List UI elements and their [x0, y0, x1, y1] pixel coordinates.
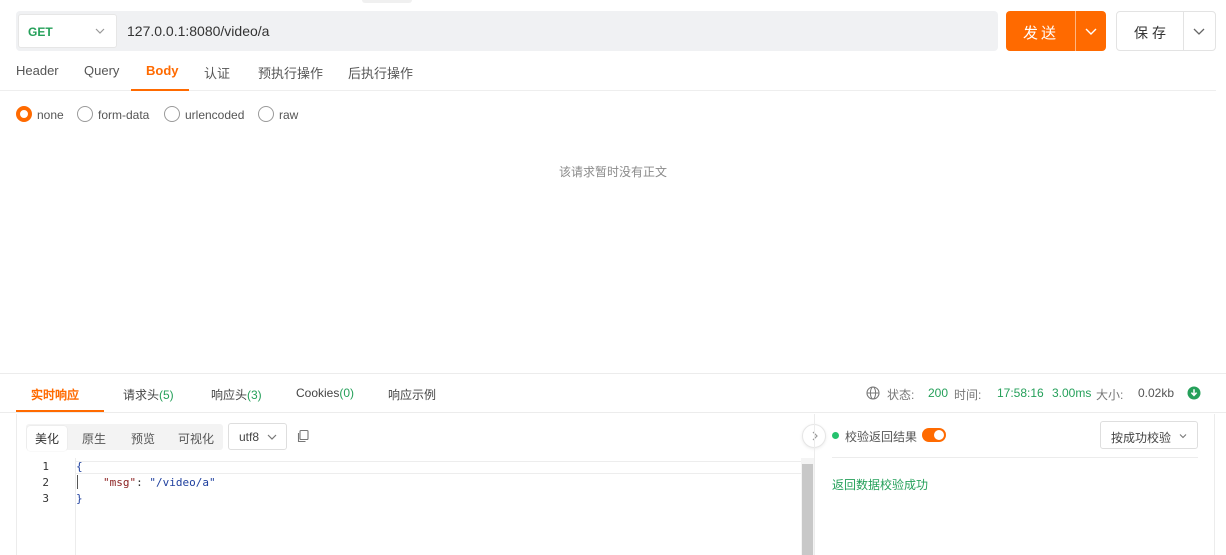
code-token: } [76, 492, 83, 505]
size-value: 0.02kb [1138, 386, 1175, 400]
validation-panel: 校验返回结果 按成功校验 返回数据校验成功 [814, 414, 1215, 555]
validation-status-dot [832, 432, 839, 439]
scrollbar-thumb[interactable] [802, 464, 813, 555]
validation-result: 返回数据校验成功 [832, 478, 929, 492]
radio-label: form-data [98, 108, 150, 122]
duration-value: 3.00ms [1052, 386, 1092, 400]
line-number: 1 [42, 460, 49, 473]
radio-label: urlencoded [185, 108, 245, 122]
tab-request-headers[interactable]: 请求头(5) [123, 386, 174, 403]
validation-mode-select[interactable]: 按成功校验 [1100, 421, 1198, 449]
chevron-down-icon[interactable] [1192, 24, 1206, 38]
body-empty-message: 该请求暂时没有正文 [558, 165, 667, 179]
save-button-label: 保存 [1134, 25, 1170, 41]
format-pretty[interactable]: 美化 [27, 426, 68, 451]
encoding-value: utf8 [239, 430, 260, 444]
request-tabs: Header Query Body 认证 预执行操作 后执行操作 [0, 52, 1216, 91]
globe-icon[interactable] [866, 386, 880, 400]
code-line: { [76, 460, 83, 473]
response-code-editor[interactable]: 1 2 3 { "msg": "/video/a" } [17, 458, 814, 555]
tab-label: 实时响应 [31, 388, 80, 402]
tab-label: 响应示例 [388, 388, 437, 402]
validation-label: 校验返回结果 [845, 430, 918, 444]
line-number: 3 [42, 492, 49, 505]
tab-auth[interactable]: 认证 [204, 63, 230, 82]
send-button-label: 发送 [1023, 25, 1060, 42]
response-body-panel: 美化 原生 预览 可视化 utf8 1 2 3 { "msg": "/video… [16, 414, 814, 555]
tab-count: (0) [339, 386, 355, 400]
radio-indicator [258, 106, 274, 122]
format-raw[interactable]: 原生 [82, 430, 106, 447]
url-bar: GET 127.0.0.1:8080/video/a [16, 11, 998, 51]
line-number: 2 [42, 476, 49, 489]
chevron-down-icon [1179, 434, 1187, 439]
tab-pre-script[interactable]: 预执行操作 [258, 63, 323, 82]
format-mode-switcher: 美化 原生 预览 可视化 [26, 424, 223, 451]
chevron-down-icon [95, 28, 105, 34]
tab-label: 请求头 [123, 388, 160, 402]
tab-body[interactable]: Body [146, 63, 179, 78]
chevron-down-icon[interactable] [1084, 24, 1098, 38]
code-token: : [136, 476, 150, 489]
radio-indicator [16, 106, 32, 122]
code-token: { [76, 460, 83, 473]
window-drag-handle [362, 0, 412, 3]
line-number-gutter: 1 2 3 [17, 458, 76, 555]
radio-label: none [37, 108, 64, 122]
tab-response-headers[interactable]: 响应头(3) [211, 386, 262, 403]
tab-count: (5) [159, 388, 174, 402]
tab-realtime-response[interactable]: 实时响应 [31, 386, 79, 403]
time-label: 时间: [954, 388, 982, 402]
tab-query[interactable]: Query [84, 63, 119, 78]
encoding-select[interactable]: utf8 [228, 423, 287, 450]
tab-header[interactable]: Header [16, 63, 59, 78]
validation-toggle[interactable] [922, 428, 946, 442]
text-cursor [77, 475, 78, 489]
copy-icon[interactable] [296, 429, 310, 443]
save-button-divider [1183, 12, 1184, 50]
tab-count: (3) [247, 388, 262, 402]
format-preview[interactable]: 预览 [131, 430, 155, 447]
validation-divider [832, 457, 1198, 458]
size-label: 大小: [1096, 388, 1124, 402]
save-button[interactable]: 保存 [1116, 11, 1216, 51]
current-line-highlight [76, 461, 801, 474]
send-button-divider [1075, 11, 1076, 51]
method-select[interactable]: GET [18, 14, 117, 48]
radio-label: raw [279, 108, 299, 122]
active-tab-indicator [131, 89, 189, 91]
code-line: "msg": "/video/a" [103, 476, 216, 489]
status-code: 200 [928, 386, 949, 400]
download-icon[interactable] [1187, 386, 1201, 400]
tab-label: Cookies [296, 386, 340, 400]
method-label: GET [28, 25, 53, 39]
radio-indicator [77, 106, 93, 122]
tab-response-examples[interactable]: 响应示例 [388, 386, 436, 403]
tab-post-script[interactable]: 后执行操作 [348, 63, 413, 82]
time-value: 17:58:16 [997, 386, 1044, 400]
editor-scrollbar[interactable] [801, 458, 814, 555]
format-visualize[interactable]: 可视化 [178, 430, 214, 447]
status-label: 状态: [887, 388, 915, 402]
send-button[interactable]: 发送 [1006, 11, 1106, 51]
code-token: "msg" [103, 476, 137, 489]
radio-indicator [164, 106, 180, 122]
url-input[interactable]: 127.0.0.1:8080/video/a [127, 23, 269, 39]
active-tab-indicator [16, 410, 104, 412]
toggle-knob [934, 430, 944, 440]
code-token: "/video/a" [149, 476, 216, 489]
chevron-down-icon [267, 434, 277, 440]
validation-mode-value: 按成功校验 [1111, 431, 1172, 445]
code-line: } [76, 492, 83, 505]
tab-label: 响应头 [211, 388, 248, 402]
tab-cookies[interactable]: Cookies(0) [296, 386, 354, 400]
